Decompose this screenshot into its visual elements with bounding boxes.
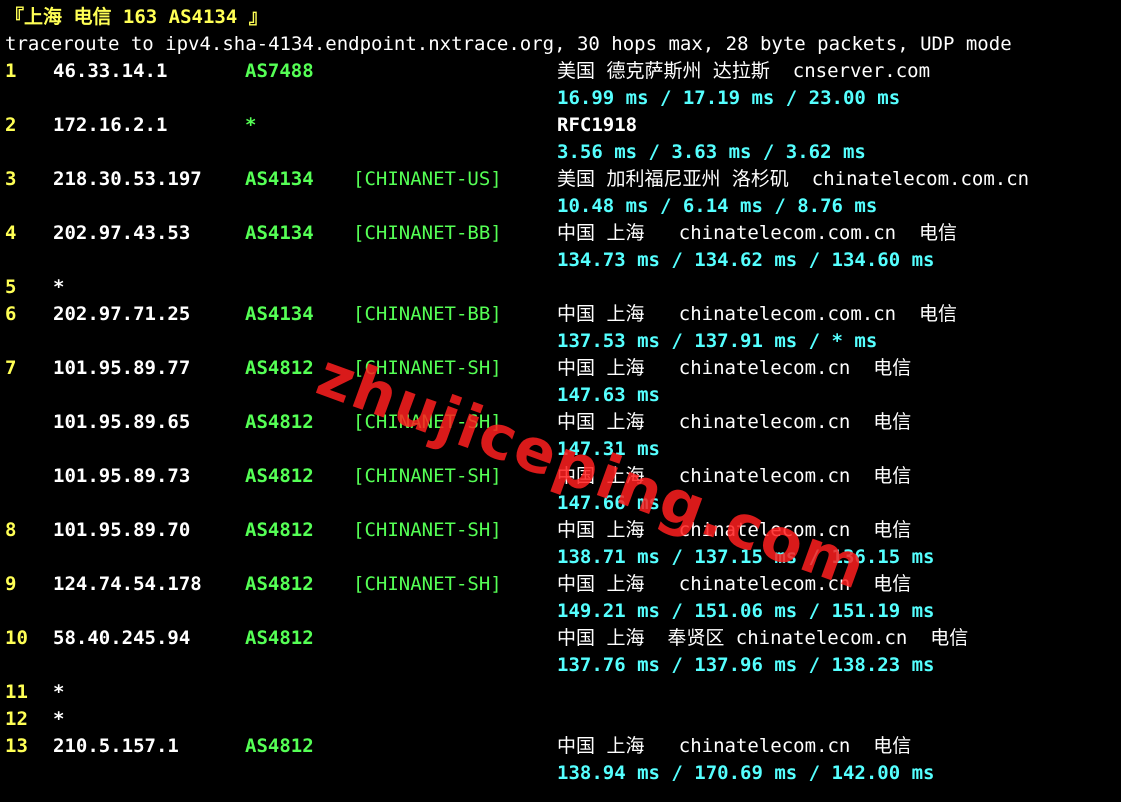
hop-network: [CHINANET-BB]	[353, 303, 502, 325]
hop-geo: 中国 上海 奉贤区 chinatelecom.cn 电信	[557, 627, 969, 649]
hop-geo: 中国 上海 chinatelecom.cn 电信	[557, 411, 912, 433]
hop-rtt: 147.66 ms	[557, 492, 660, 514]
hop-ip: 124.74.54.178	[53, 573, 202, 595]
hop-ip: 101.95.89.77	[53, 357, 191, 379]
hop-rtt: 10.48 ms / 6.14 ms / 8.76 ms	[557, 195, 878, 217]
hop-number: 3	[5, 168, 17, 190]
hop-rtt: 138.94 ms / 170.69 ms / 142.00 ms	[557, 762, 935, 784]
hop-asn: AS4812	[245, 519, 314, 541]
hop-rtt: 147.63 ms	[557, 384, 660, 406]
hop-asn: AS4812	[245, 411, 314, 433]
hop-number: 11	[5, 681, 28, 703]
trace-title: 『上海 电信 163 AS4134 』	[5, 6, 268, 28]
hop-ip: 202.97.43.53	[53, 222, 191, 244]
hop-ip: 58.40.245.94	[53, 627, 191, 649]
hop-number: 8	[5, 519, 17, 541]
hop-geo: 中国 上海 chinatelecom.com.cn 电信	[557, 222, 957, 244]
hop-geo: 中国 上海 chinatelecom.com.cn 电信	[557, 303, 957, 325]
hop-asn: AS7488	[245, 60, 314, 82]
hop-number: 9	[5, 573, 17, 595]
hop-rtt: 149.21 ms / 151.06 ms / 151.19 ms	[557, 600, 935, 622]
hop-number: 1	[5, 60, 17, 82]
hop-number: 7	[5, 357, 17, 379]
hop-asn: *	[245, 114, 257, 136]
hop-rtt: 134.73 ms / 134.62 ms / 134.60 ms	[557, 249, 935, 271]
hop-number: 10	[5, 627, 28, 649]
terminal-window[interactable]: 『上海 电信 163 AS4134 』 traceroute to ipv4.s…	[0, 0, 1121, 802]
hop-geo: RFC1918	[557, 114, 638, 136]
hop-ip: 46.33.14.1	[53, 60, 168, 82]
hop-network: [CHINANET-SH]	[353, 465, 502, 487]
hop-asn: AS4812	[245, 465, 314, 487]
hop-asn: AS4812	[245, 735, 314, 757]
hop-rtt: 137.76 ms / 137.96 ms / 138.23 ms	[557, 654, 935, 676]
hop-network: [CHINANET-US]	[353, 168, 502, 190]
hop-ip: *	[53, 276, 65, 298]
hop-geo: 中国 上海 chinatelecom.cn 电信	[557, 573, 912, 595]
hop-geo: 美国 加利福尼亚州 洛杉矶 chinatelecom.com.cn	[557, 168, 1030, 190]
hop-network: [CHINANET-SH]	[353, 411, 502, 433]
hop-asn: AS4812	[245, 627, 314, 649]
hop-geo: 中国 上海 chinatelecom.cn 电信	[557, 465, 912, 487]
hop-asn: AS4812	[245, 573, 314, 595]
hop-rtt: 138.71 ms / 137.15 ms / 136.15 ms	[557, 546, 935, 568]
hop-ip: 101.95.89.65	[53, 411, 191, 433]
hop-network: [CHINANET-BB]	[353, 222, 502, 244]
hop-number: 2	[5, 114, 17, 136]
hop-number: 6	[5, 303, 17, 325]
hop-network: [CHINANET-SH]	[353, 573, 502, 595]
hop-rtt: 147.31 ms	[557, 438, 660, 460]
traceroute-command: traceroute to ipv4.sha-4134.endpoint.nxt…	[5, 33, 1012, 55]
hop-number: 13	[5, 735, 28, 757]
hop-number: 12	[5, 708, 28, 730]
hop-ip: *	[53, 708, 65, 730]
hop-rtt: 3.56 ms / 3.63 ms / 3.62 ms	[557, 141, 866, 163]
hop-rtt: 16.99 ms / 17.19 ms / 23.00 ms	[557, 87, 901, 109]
hop-asn: AS4134	[245, 303, 314, 325]
hop-number: 5	[5, 276, 17, 298]
hop-geo: 美国 德克萨斯州 达拉斯 cnserver.com	[557, 60, 931, 82]
hop-ip: 101.95.89.70	[53, 519, 191, 541]
hop-number: 4	[5, 222, 17, 244]
hop-geo: 中国 上海 chinatelecom.cn 电信	[557, 357, 912, 379]
hop-rtt: 137.53 ms / 137.91 ms / * ms	[557, 330, 878, 352]
hop-asn: AS4134	[245, 168, 314, 190]
hop-ip: 202.97.71.25	[53, 303, 191, 325]
hop-ip: 210.5.157.1	[53, 735, 179, 757]
hop-network: [CHINANET-SH]	[353, 519, 502, 541]
hop-ip: 101.95.89.73	[53, 465, 191, 487]
hop-ip: 172.16.2.1	[53, 114, 168, 136]
hop-ip: 218.30.53.197	[53, 168, 202, 190]
hop-network: [CHINANET-SH]	[353, 357, 502, 379]
hop-asn: AS4134	[245, 222, 314, 244]
hop-geo: 中国 上海 chinatelecom.cn 电信	[557, 735, 912, 757]
hop-asn: AS4812	[245, 357, 314, 379]
hop-geo: 中国 上海 chinatelecom.cn 电信	[557, 519, 912, 541]
hop-ip: *	[53, 681, 65, 703]
